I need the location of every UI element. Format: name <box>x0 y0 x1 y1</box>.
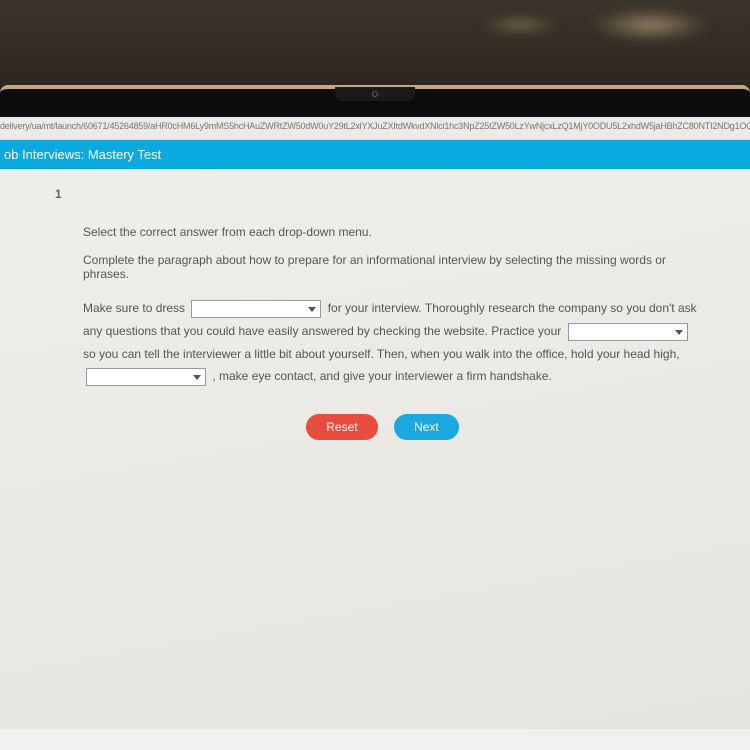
page-title: ob Interviews: Mastery Test <box>4 147 161 162</box>
fill-paragraph: Make sure to dress for your interview. T… <box>83 297 700 388</box>
text-segment: so you can tell the interviewer a little… <box>83 347 680 361</box>
photo-background <box>0 0 750 85</box>
url-bar: delivery/ua/mt/launch/60671/45264859/aHR… <box>0 117 750 140</box>
reset-button[interactable]: Reset <box>306 414 377 440</box>
camera-notch <box>335 87 415 101</box>
text-segment: , make eye contact, and give your interv… <box>212 369 552 383</box>
dropdown-2[interactable] <box>568 323 688 341</box>
ceiling-light <box>590 10 710 40</box>
dropdown-3[interactable] <box>86 368 206 386</box>
instruction-text: Select the correct answer from each drop… <box>83 225 710 239</box>
subinstruction-text: Complete the paragraph about how to prep… <box>83 253 710 281</box>
content-area: 1 Select the correct answer from each dr… <box>0 169 750 729</box>
page-title-bar: ob Interviews: Mastery Test <box>0 140 750 169</box>
dropdown-1[interactable] <box>191 300 321 318</box>
text-segment: Make sure to dress <box>83 301 188 315</box>
ceiling-light <box>480 15 560 35</box>
next-button[interactable]: Next <box>394 414 459 440</box>
question-number: 1 <box>55 187 710 201</box>
laptop-bezel: delivery/ua/mt/launch/60671/45264859/aHR… <box>0 85 750 750</box>
button-row: Reset Next <box>55 414 710 440</box>
camera-icon <box>372 91 378 97</box>
screen: delivery/ua/mt/launch/60671/45264859/aHR… <box>0 117 750 750</box>
